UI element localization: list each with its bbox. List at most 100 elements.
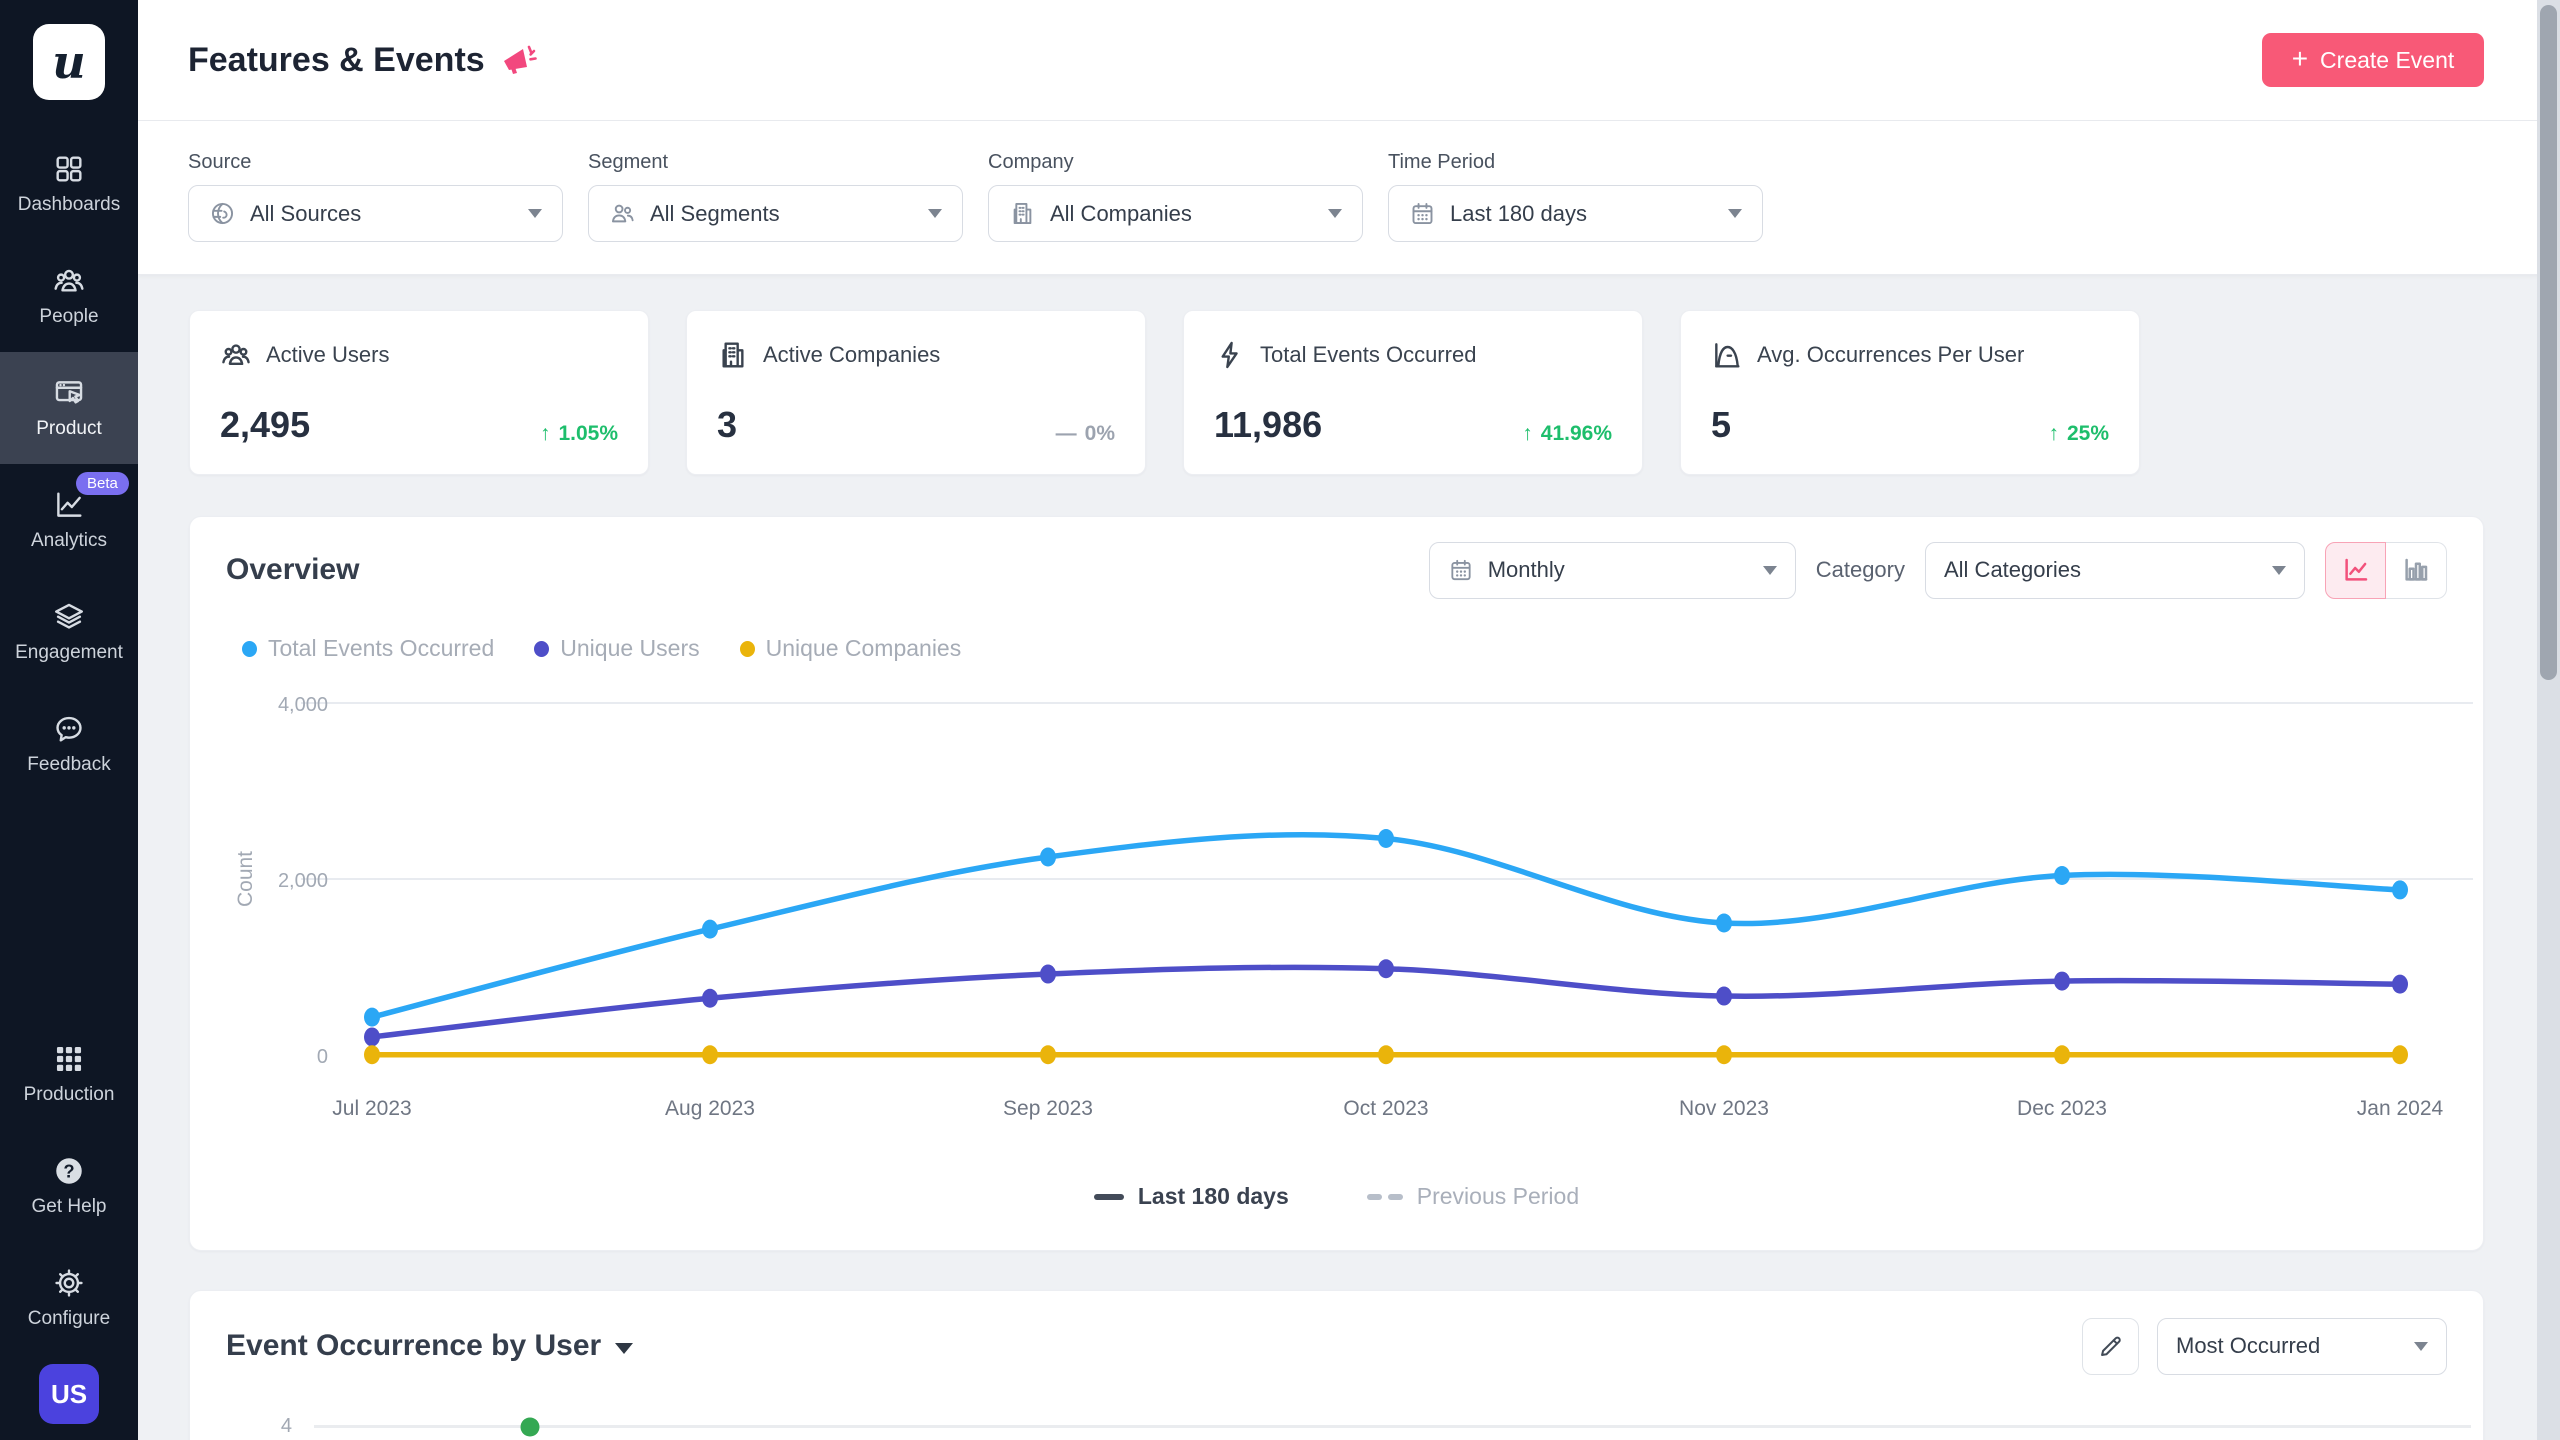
chevron-down-icon [928,209,942,218]
sidebar-item-dashboards[interactable]: Dashboards [0,128,138,240]
svg-text:Nov 2023: Nov 2023 [1679,1097,1769,1120]
stat-card-value: 3 [717,404,737,446]
overview-title: Overview [226,553,359,587]
line-chart-icon [2341,555,2371,585]
bolt-icon [1214,339,1246,371]
sidebar: u Dashboards People Product [0,0,138,1440]
sidebar-item-feedback[interactable]: Feedback [0,688,138,800]
overview-panel: Overview Monthly Category All Categories [189,516,2484,1251]
sidebar-item-label: Feedback [27,754,110,776]
occurrence-track [314,1425,2471,1428]
sidebar-item-production[interactable]: Production [0,1018,138,1130]
users-icon [609,200,636,227]
previous-period-label: Previous Period [1417,1183,1579,1210]
legend-item-unique-companies[interactable]: Unique Companies [740,635,962,662]
sidebar-item-analytics[interactable]: Beta Analytics [0,464,138,576]
dashed-line-icon [1367,1194,1403,1200]
category-label: Category [1816,557,1905,583]
legend-dot [740,641,755,657]
overview-controls: Monthly Category All Categories [1429,542,2447,599]
create-event-label: Create Event [2320,47,2454,74]
stat-card-label: Active Users [266,342,389,368]
filter-bar: Source All Sources Segment All Segments … [138,121,2560,275]
svg-text:Count: Count [234,851,257,907]
pencil-icon [2097,1333,2124,1360]
product-icon [52,376,86,410]
edit-button[interactable] [2082,1318,2139,1375]
sort-dropdown[interactable]: Most Occurred [2157,1318,2447,1375]
chart-type-toggle [2325,542,2447,599]
occurrence-dot[interactable] [520,1417,539,1436]
stat-card-delta: ↑41.96% [1522,422,1612,446]
app-logo-letter: u [52,39,85,85]
sidebar-item-label: People [39,306,98,328]
svg-text:0: 0 [317,1046,328,1068]
filter-source: Source All Sources [188,151,563,242]
stat-card-delta: ↑25% [2048,422,2109,446]
globe-icon [209,200,236,227]
legend-current-period[interactable]: Last 180 days [1094,1183,1289,1210]
chevron-down-icon [1328,209,1342,218]
feedback-icon [52,712,86,746]
period-legend: Last 180 days Previous Period [190,1183,2483,1210]
occurrence-row-label: 4 [270,1415,292,1438]
event-occurrence-controls: Most Occurred [2082,1318,2447,1375]
user-avatar[interactable]: US [39,1364,99,1424]
segment-dropdown[interactable]: All Segments [588,185,963,242]
sidebar-item-product[interactable]: Product [0,352,138,464]
sidebar-item-label: Production [24,1084,115,1106]
chevron-down-icon [1728,209,1742,218]
arrow-up-icon: ↑ [1522,422,1533,446]
sidebar-item-engagement[interactable]: Engagement [0,576,138,688]
filter-segment: Segment All Segments [588,151,963,242]
segment-value: All Segments [650,201,780,227]
filter-label: Source [188,151,563,174]
calendar-icon [1448,557,1474,583]
filter-company: Company All Companies [988,151,1363,242]
bar-chart-toggle-button[interactable] [2386,542,2447,599]
time-period-value: Last 180 days [1450,201,1587,227]
sidebar-item-label: Dashboards [18,194,120,216]
flat-dash-icon: — [1056,422,1077,446]
stat-card-label: Total Events Occurred [1260,342,1476,368]
source-dropdown[interactable]: All Sources [188,185,563,242]
legend-label: Unique Companies [766,635,962,662]
series-legend: Total Events Occurred Unique Users Uniqu… [242,635,961,662]
legend-previous-period[interactable]: Previous Period [1367,1183,1579,1210]
stat-card-label: Avg. Occurrences Per User [1757,342,2024,368]
filter-label: Time Period [1388,151,1763,174]
svg-text:Jul 2023: Jul 2023 [332,1097,411,1120]
sidebar-item-get-help[interactable]: ? Get Help [0,1130,138,1242]
sidebar-item-label: Analytics [31,530,107,552]
sidebar-item-label: Engagement [15,642,123,664]
scrollbar-thumb[interactable] [2540,5,2557,680]
app-logo[interactable]: u [33,24,105,100]
company-value: All Companies [1050,201,1192,227]
time-period-dropdown[interactable]: Last 180 days [1388,185,1763,242]
sidebar-bottom: Production ? Get Help Configure [0,1018,138,1354]
grid-apps-icon [52,1042,86,1076]
company-dropdown[interactable]: All Companies [988,185,1363,242]
layers-icon [52,600,86,634]
svg-text:4,000: 4,000 [278,694,328,716]
event-occurrence-title-dropdown[interactable]: Event Occurrence by User [226,1329,633,1363]
event-occurrence-panel: Event Occurrence by User Most Occurred 4 [189,1290,2484,1440]
source-value: All Sources [250,201,361,227]
create-event-button[interactable]: + Create Event [2262,33,2484,87]
legend-item-unique-users[interactable]: Unique Users [534,635,699,662]
sidebar-item-people[interactable]: People [0,240,138,352]
granularity-dropdown[interactable]: Monthly [1429,542,1796,599]
svg-text:Jan 2024: Jan 2024 [2357,1097,2444,1120]
stat-card-label: Active Companies [763,342,940,368]
stat-card-value: 11,986 [1214,404,1322,446]
svg-text:Sep 2023: Sep 2023 [1003,1097,1093,1120]
category-dropdown[interactable]: All Categories [1925,542,2305,599]
filter-label: Segment [588,151,963,174]
line-chart-toggle-button[interactable] [2325,542,2386,599]
svg-text:Dec 2023: Dec 2023 [2017,1097,2107,1120]
sidebar-item-configure[interactable]: Configure [0,1242,138,1354]
svg-text:Oct 2023: Oct 2023 [1343,1097,1428,1120]
gear-icon [52,1266,86,1300]
legend-item-total-events[interactable]: Total Events Occurred [242,635,494,662]
stat-card-active-users: Active Users 2,495 ↑1.05% [189,310,649,475]
